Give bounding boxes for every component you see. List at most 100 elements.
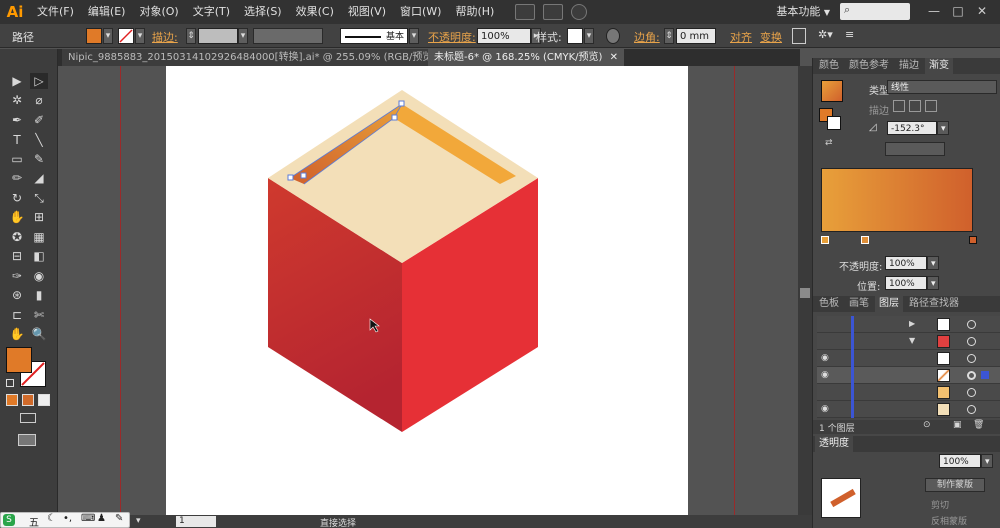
menu-edit[interactable]: 编辑(E): [81, 0, 133, 24]
corner-stepper[interactable]: ⇕: [664, 28, 674, 44]
tab-document-2[interactable]: 未标题-6* @ 168.25% (CMYK/预览) ✕: [428, 49, 625, 66]
transparency-opacity-dropdown[interactable]: ▾: [981, 454, 993, 468]
none-mode-icon[interactable]: [38, 394, 50, 406]
anchor-point[interactable]: [300, 172, 307, 179]
gradient-stop-start[interactable]: [821, 236, 829, 244]
hand-tool-icon[interactable]: ✋: [8, 326, 26, 342]
magic-wand-tool-icon[interactable]: ✲: [8, 92, 26, 108]
invert-mask-checkbox[interactable]: 反相蒙版: [931, 514, 967, 527]
stroke-gradient-options[interactable]: [893, 100, 953, 114]
brush-definition[interactable]: 基本: [340, 28, 408, 44]
tab-close-icon[interactable]: ✕: [610, 52, 618, 63]
color-mode-icon[interactable]: [6, 394, 18, 406]
default-colors-icon[interactable]: [6, 379, 14, 387]
drawing-mode-icon[interactable]: [20, 413, 36, 423]
minimize-button[interactable]: —: [926, 3, 942, 19]
selection-tool-icon[interactable]: ▶: [8, 73, 26, 89]
layer-row-selected[interactable]: ◉: [817, 367, 1000, 384]
target-icon[interactable]: [967, 354, 976, 363]
stroke-dropdown[interactable]: ▾: [135, 28, 145, 44]
menu-view[interactable]: 视图(V): [341, 0, 393, 24]
eyedropper-tool-icon[interactable]: ✑: [8, 268, 26, 284]
make-mask-button[interactable]: 制作蒙版: [925, 478, 985, 492]
stroke-weight-field[interactable]: [198, 28, 238, 44]
panel-menu-icon[interactable]: ✲▾: [818, 28, 833, 41]
gradient-location-dropdown[interactable]: ▾: [927, 276, 939, 290]
tab-pathfinder[interactable]: 路径查找器: [905, 296, 963, 312]
artboard-tool-icon[interactable]: ⊏: [8, 307, 26, 323]
corner-radius-field[interactable]: 0 mm: [676, 28, 716, 44]
tab-color[interactable]: 颜色: [815, 58, 843, 74]
eraser-tool-icon[interactable]: ◢: [30, 170, 48, 186]
gradient-stop-end[interactable]: [969, 236, 977, 244]
gradient-stroke-swatch[interactable]: [827, 116, 841, 130]
maximize-button[interactable]: □: [950, 3, 966, 19]
recolor-artwork-icon[interactable]: [606, 28, 620, 44]
target-icon[interactable]: [967, 405, 976, 414]
slice-tool-icon[interactable]: ✄: [30, 307, 48, 323]
layer-row[interactable]: ▶: [817, 316, 1000, 333]
tab-brushes[interactable]: 画笔: [845, 296, 873, 312]
menu-object[interactable]: 对象(O): [132, 0, 185, 24]
tab-document-1[interactable]: Nipic_9885883_20150314102926484000[转换].a…: [62, 49, 458, 66]
cube-artwork[interactable]: [166, 66, 688, 515]
stroke-label[interactable]: 描边:: [152, 29, 178, 45]
corner-label[interactable]: 边角:: [634, 29, 660, 45]
expand-arrow-icon[interactable]: ▶: [909, 319, 915, 328]
target-icon[interactable]: [967, 371, 976, 380]
anchor-point[interactable]: [287, 174, 294, 181]
clip-checkbox[interactable]: 剪切: [931, 498, 949, 511]
fill-swatch[interactable]: [86, 28, 102, 44]
menu-select[interactable]: 选择(S): [237, 0, 289, 24]
gpu-performance-icon[interactable]: [571, 4, 588, 20]
trash-icon[interactable]: 🗑: [973, 420, 984, 430]
opacity-label[interactable]: 不透明度:: [428, 29, 476, 45]
zoom-dropdown[interactable]: ▾: [136, 516, 141, 526]
scale-tool-icon[interactable]: ⤡: [30, 190, 48, 206]
lasso-tool-icon[interactable]: ⌀: [30, 92, 48, 108]
gradient-opacity-field[interactable]: 100%: [885, 256, 927, 270]
tab-layers[interactable]: 图层: [875, 296, 903, 312]
menu-file[interactable]: 文件(F): [30, 0, 81, 24]
page-field[interactable]: 1: [176, 516, 216, 527]
locate-object-icon[interactable]: ⊙: [923, 420, 931, 430]
angle-field[interactable]: -152.3°: [887, 121, 937, 135]
tab-swatches[interactable]: 色板: [815, 296, 843, 312]
rectangle-tool-icon[interactable]: ▭: [8, 151, 26, 167]
shape-builder-tool-icon[interactable]: ✪: [8, 229, 26, 245]
blend-tool-icon[interactable]: ◉: [30, 268, 48, 284]
layer-row[interactable]: ◉: [817, 401, 1000, 418]
eye-icon[interactable]: ◉: [821, 370, 833, 380]
search-input[interactable]: ⌕: [840, 3, 910, 20]
gradient-mode-icon[interactable]: [22, 394, 34, 406]
skin-icon[interactable]: ♟: [97, 513, 106, 524]
layer-row[interactable]: ◉: [817, 350, 1000, 367]
close-button[interactable]: ✕: [974, 3, 990, 19]
brush-dropdown[interactable]: ▾: [409, 28, 419, 44]
angle-dropdown[interactable]: ▾: [937, 121, 949, 135]
gradient-opacity-dropdown[interactable]: ▾: [927, 256, 939, 270]
layer-row[interactable]: ▼: [817, 333, 1000, 350]
gradient-thumbnail[interactable]: [821, 80, 843, 102]
anchor-point[interactable]: [398, 100, 405, 107]
keyboard-icon[interactable]: ⌨: [81, 513, 95, 524]
ime-mode-label[interactable]: 五: [29, 514, 39, 528]
gradient-stop-mid[interactable]: [861, 236, 869, 244]
stroke-weight-dropdown[interactable]: ▾: [238, 28, 248, 44]
pencil-tool-icon[interactable]: ✏: [8, 170, 26, 186]
tab-color-guide[interactable]: 颜色参考: [845, 58, 893, 74]
fill-dropdown[interactable]: ▾: [103, 28, 113, 44]
tab-gradient[interactable]: 渐变: [925, 58, 953, 74]
collapse-arrow-icon[interactable]: ▼: [909, 336, 915, 345]
fill-color-swatch[interactable]: [6, 347, 32, 373]
tools-icon[interactable]: ✎: [115, 513, 123, 524]
tab-transparency[interactable]: 透明度: [815, 436, 853, 452]
eye-icon[interactable]: ◉: [821, 353, 833, 363]
stroke-weight-stepper[interactable]: ⇕: [186, 28, 196, 44]
transparency-opacity-field[interactable]: 100%: [939, 454, 981, 468]
workspace-switcher[interactable]: 基本功能 ▼: [776, 3, 830, 19]
new-layer-icon[interactable]: ▣: [953, 420, 962, 430]
menu-type[interactable]: 文字(T): [186, 0, 237, 24]
gradient-slider-preview[interactable]: [821, 168, 973, 232]
menu-effect[interactable]: 效果(C): [289, 0, 341, 24]
